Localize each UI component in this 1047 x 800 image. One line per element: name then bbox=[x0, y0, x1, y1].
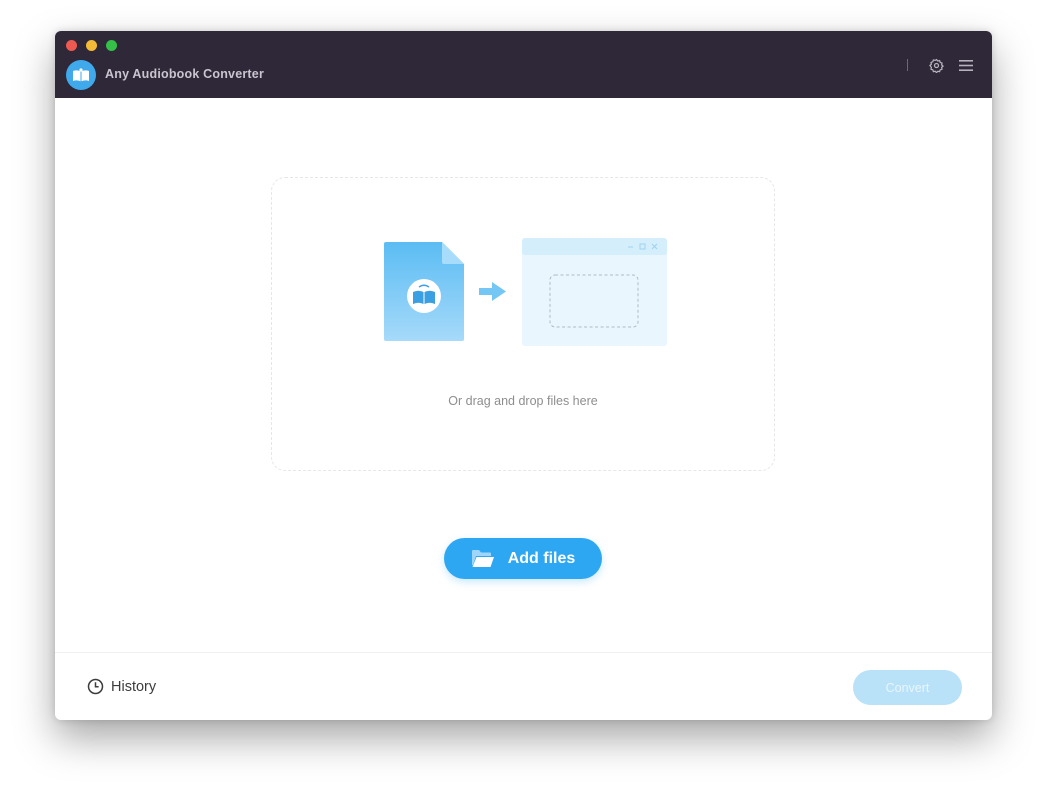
add-files-label: Add files bbox=[507, 549, 576, 567]
settings-gear-icon[interactable] bbox=[927, 56, 945, 74]
toolbar-divider bbox=[907, 59, 908, 71]
app-logo-icon bbox=[66, 60, 96, 90]
folder-open-icon bbox=[471, 549, 495, 568]
app-window-icon bbox=[522, 238, 667, 346]
convert-button[interactable]: Convert bbox=[853, 670, 962, 705]
drag-drop-illustration bbox=[384, 238, 667, 346]
menu-hamburger-icon[interactable] bbox=[957, 56, 975, 74]
app-title: Any Audiobook Converter bbox=[105, 67, 265, 81]
file-drop-zone[interactable]: Or drag and drop files here bbox=[271, 177, 775, 471]
close-window-button[interactable] bbox=[66, 40, 77, 51]
history-button[interactable]: History bbox=[87, 678, 156, 695]
add-files-button[interactable]: Add files bbox=[444, 538, 602, 579]
maximize-window-button[interactable] bbox=[106, 40, 117, 51]
title-bar: Any Audiobook Converter bbox=[55, 31, 992, 98]
drop-hint-text: Or drag and drop files here bbox=[448, 394, 598, 408]
app-window: Any Audiobook Converter Or drag and drop… bbox=[55, 31, 992, 720]
history-label: History bbox=[111, 678, 157, 695]
audiobook-file-icon bbox=[384, 242, 464, 341]
clock-icon bbox=[87, 678, 104, 695]
footer-divider bbox=[55, 652, 992, 653]
arrow-right-icon bbox=[479, 282, 506, 301]
minimize-window-button[interactable] bbox=[86, 40, 97, 51]
